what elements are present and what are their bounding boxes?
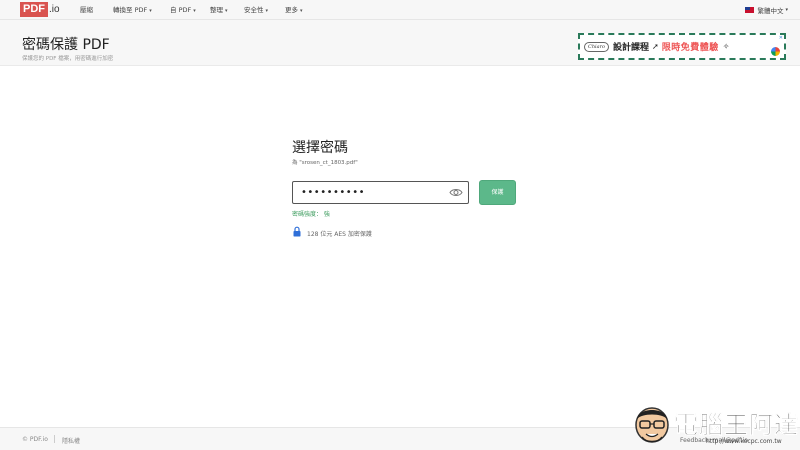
copyright-text: © PDF.io <box>22 436 48 443</box>
language-selector[interactable]: 繁體中文 ▾ <box>745 0 788 20</box>
ad-promo: 限時免費體驗 <box>661 43 719 53</box>
nav-item-label: 轉換至 PDF <box>113 6 148 14</box>
file-name-note: 為 "srosen_ct_1803.pdf" <box>292 160 358 166</box>
ad-banner[interactable]: Chiaro 設計課程 ➚ 限時免費體驗 ✧ ✕ <box>578 33 786 60</box>
protect-button[interactable]: 保護 <box>479 180 516 205</box>
footer-divider <box>54 435 55 443</box>
ad-brand-badge: Chiaro <box>584 41 610 52</box>
chevron-down-icon: ▾ <box>149 8 152 14</box>
arrow-right-icon: ➚ <box>652 42 659 51</box>
logo-mark: PDF <box>20 2 48 17</box>
page-title: 密碼保護 PDF <box>22 37 110 53</box>
nav-item-label: 自 PDF <box>170 6 192 14</box>
lock-icon <box>293 226 301 237</box>
pdfio-logo[interactable]: PDF .io <box>20 2 60 17</box>
top-navbar: PDF .io 壓縮 轉換至 PDF ▾ 自 PDF ▾ 整理 ▾ 安全性 ▾ 更多 ▾ … <box>0 0 800 20</box>
aes-encryption-note: 128 位元 AES 加密保護 <box>307 231 372 238</box>
ad-close-icon[interactable]: ✕ <box>779 35 783 41</box>
eye-icon[interactable] <box>449 187 463 198</box>
nav-item-organize[interactable]: 整理 ▾ <box>210 0 228 20</box>
ad-logo-icon <box>771 47 780 56</box>
nav-item-convert-to-pdf[interactable]: 轉換至 PDF ▾ <box>113 0 152 20</box>
nav-item-more[interactable]: 更多 ▾ <box>285 0 303 20</box>
nav-item-label: 安全性 <box>244 6 264 14</box>
nav-item-label: 整理 <box>210 6 223 14</box>
language-label: 繁體中文 <box>757 7 784 15</box>
sparkle-icon: ✧ <box>722 42 730 51</box>
password-input[interactable] <box>292 181 469 204</box>
nav-item-compress[interactable]: 壓縮 <box>80 0 93 20</box>
chevron-down-icon: ▾ <box>193 8 196 14</box>
ad-title: 設計課程 <box>613 43 650 53</box>
password-strength: 密碼強度： 強 <box>292 211 330 218</box>
privacy-link[interactable]: 隱私權 <box>62 436 80 445</box>
watermark-mascot-icon <box>635 407 669 443</box>
chevron-down-icon: ▾ <box>300 8 303 14</box>
chevron-down-icon: ▾ <box>265 8 269 14</box>
nav-item-label: 壓縮 <box>80 6 93 14</box>
chevron-down-icon: ▾ <box>785 7 788 13</box>
nav-item-from-pdf[interactable]: 自 PDF ▾ <box>170 0 196 20</box>
page-subtitle: 保護您的 PDF 檔案，用密碼進行加密 <box>22 56 114 62</box>
watermark-url: http://www.kocpc.com.tw <box>706 438 782 445</box>
logo-suffix: .io <box>49 4 60 15</box>
chevron-down-icon: ▾ <box>225 8 228 14</box>
watermark-text: 電腦王阿達 <box>674 411 799 440</box>
nav-item-security[interactable]: 安全性 ▾ <box>244 0 268 20</box>
choose-password-title: 選擇密碼 <box>292 140 348 156</box>
taiwan-flag-icon <box>745 7 755 13</box>
nav-item-label: 更多 <box>285 6 298 14</box>
